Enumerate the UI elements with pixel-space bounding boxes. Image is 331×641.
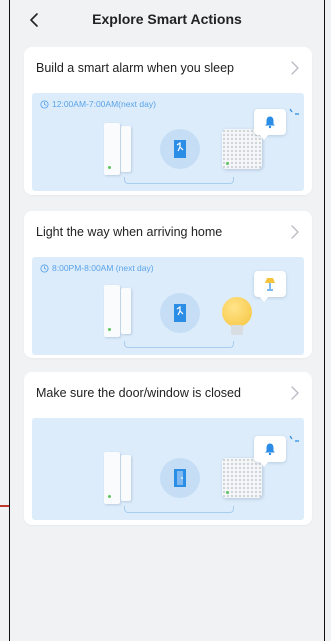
card-header[interactable]: Light the way when arriving home: [24, 211, 312, 253]
hub-siren-device: [222, 458, 262, 498]
chevron-right-icon: [291, 386, 299, 400]
contact-sensor-main: [104, 123, 120, 175]
chevron-right-icon: [291, 61, 299, 75]
pointer-arrow: [0, 505, 9, 507]
page-title: Explore Smart Actions: [92, 11, 242, 27]
door-icon-badge: [160, 129, 200, 169]
contact-sensor-magnet: [121, 455, 131, 501]
light-bulb-icon: [222, 297, 252, 327]
smart-action-card-arrive-home[interactable]: Light the way when arriving home 8:00PM-…: [24, 211, 312, 358]
card-title: Build a smart alarm when you sleep: [36, 61, 235, 75]
app-screen: Explore Smart Actions Build a smart alar…: [9, 0, 325, 641]
door-icon: [174, 140, 186, 158]
smart-action-card-alarm[interactable]: Build a smart alarm when you sleep 12:00…: [24, 47, 312, 195]
lamp-bubble: [254, 271, 286, 302]
card-title: Light the way when arriving home: [36, 225, 223, 239]
contact-sensor-magnet: [121, 288, 131, 334]
top-bar: Explore Smart Actions: [10, 0, 324, 40]
lamp-icon: [265, 278, 275, 291]
alarm-bubble: [254, 109, 286, 140]
card-title: Make sure the door/window is closed: [36, 386, 241, 400]
card-illustration: 12:00AM-7:00AM(next day): [32, 93, 304, 191]
alarm-bubble: [254, 436, 286, 467]
link-line: [124, 506, 234, 513]
door-icon-badge: [160, 293, 200, 333]
contact-sensor-main: [104, 285, 120, 337]
signal-waves-icon: [289, 435, 299, 442]
light-bulb-base: [231, 325, 243, 335]
schedule-time-text: 8:00PM-8:00AM (next day): [52, 263, 154, 273]
door-icon-badge: [160, 458, 200, 498]
door-icon: [174, 304, 186, 322]
schedule-time: 8:00PM-8:00AM (next day): [40, 263, 154, 273]
card-header[interactable]: Make sure the door/window is closed: [24, 372, 312, 414]
contact-sensor-magnet: [121, 126, 131, 172]
clock-icon: [40, 263, 49, 273]
card-illustration: 8:00PM-8:00AM (next day): [32, 257, 304, 355]
schedule-time: 12:00AM-7:00AM(next day): [40, 99, 156, 109]
bell-icon: [265, 116, 275, 129]
chevron-right-icon: [291, 225, 299, 239]
contact-sensor-main: [104, 452, 120, 504]
smart-action-card-door-closed[interactable]: Make sure the door/window is closed: [24, 372, 312, 525]
signal-waves-icon: [289, 108, 299, 115]
card-header[interactable]: Build a smart alarm when you sleep: [24, 47, 312, 89]
schedule-time-text: 12:00AM-7:00AM(next day): [52, 99, 156, 109]
card-illustration: [32, 418, 304, 520]
link-line: [124, 341, 234, 348]
hub-siren-device: [222, 129, 262, 169]
door-icon: [174, 469, 186, 487]
clock-icon: [40, 99, 49, 109]
bell-icon: [265, 443, 275, 456]
link-line: [124, 177, 234, 184]
